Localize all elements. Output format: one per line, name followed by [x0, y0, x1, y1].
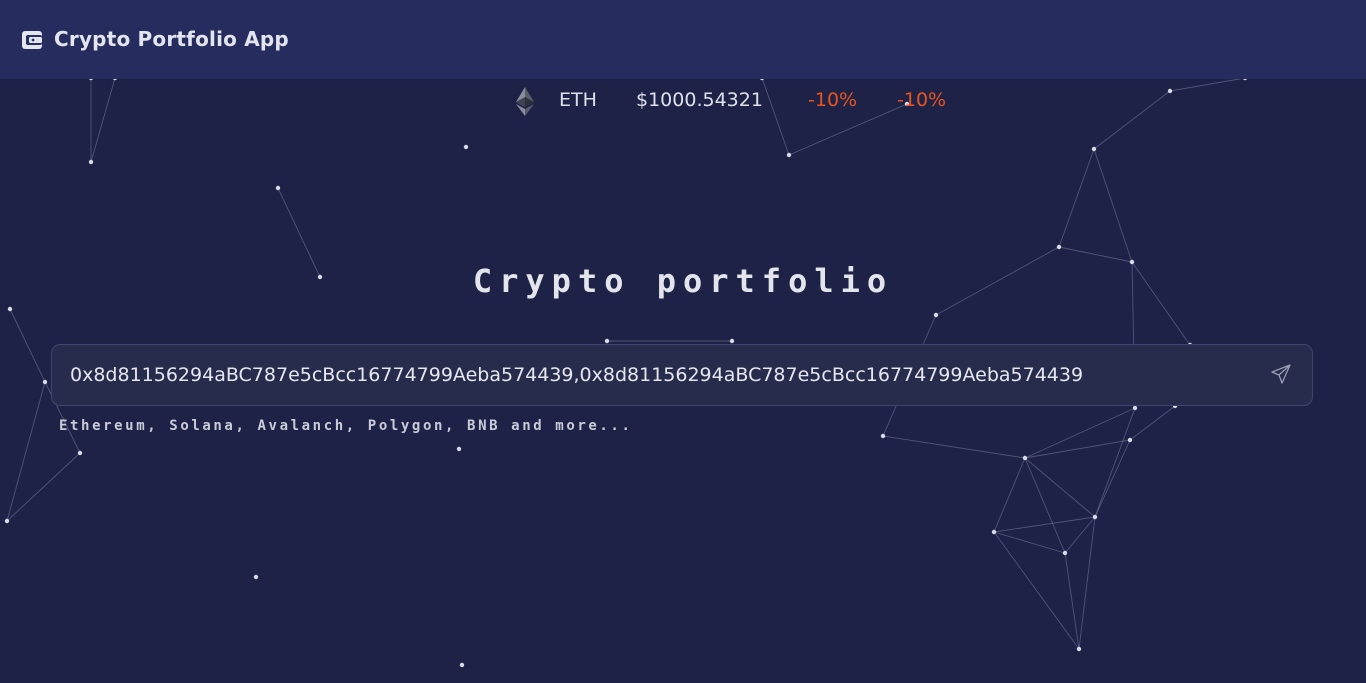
network-node	[786, 152, 792, 158]
network-node	[88, 159, 94, 165]
network-node	[253, 574, 259, 580]
network-link	[9, 308, 46, 383]
network-link	[1024, 439, 1131, 459]
address-input[interactable]	[70, 345, 1250, 405]
network-link	[1024, 457, 1096, 518]
network-node	[4, 518, 10, 524]
supported-chains-hint: Ethereum, Solana, Avalanch, Polygon, BNB…	[59, 418, 633, 434]
network-link	[1094, 439, 1131, 518]
network-link	[1093, 148, 1133, 263]
ticker-change-1: -10%	[808, 89, 858, 111]
network-link	[1093, 90, 1171, 150]
network-node	[729, 338, 735, 344]
network-link	[6, 452, 81, 522]
ethereum-icon	[516, 87, 534, 116]
network-node	[933, 312, 939, 318]
network-link	[1058, 148, 1095, 248]
network-link	[6, 381, 46, 522]
network-link	[90, 77, 116, 163]
network-node	[1056, 244, 1062, 250]
network-link	[882, 435, 1026, 459]
network-node	[1127, 437, 1133, 443]
network-link	[1129, 405, 1176, 441]
network-link	[1094, 407, 1136, 518]
network-link	[1024, 457, 1066, 554]
network-node	[7, 306, 13, 312]
ticker-price: $1000.54321	[636, 89, 763, 111]
network-node	[459, 662, 465, 668]
network-link	[1064, 516, 1096, 554]
network-node	[456, 446, 462, 452]
network-node	[604, 338, 610, 344]
network-node	[1167, 88, 1173, 94]
network-link	[1078, 516, 1096, 650]
network-link	[788, 103, 908, 156]
network-link	[761, 77, 790, 156]
network-node	[463, 144, 469, 150]
network-link	[1169, 77, 1246, 92]
network-node	[77, 450, 83, 456]
network-link	[1058, 246, 1133, 263]
app-header: Crypto Portfolio App	[0, 0, 1366, 79]
network-link	[1064, 552, 1080, 650]
network-node	[1062, 550, 1068, 556]
ticker-symbol: ETH	[559, 89, 597, 111]
network-node	[880, 433, 886, 439]
network-node	[1092, 514, 1098, 520]
address-search-box	[51, 344, 1313, 406]
network-node	[1076, 646, 1082, 652]
network-link	[993, 457, 1026, 533]
network-link	[993, 531, 1066, 554]
network-node	[1132, 405, 1138, 411]
page-title: Crypto portfolio	[472, 262, 894, 300]
wallet-icon	[22, 31, 42, 49]
network-node	[1091, 146, 1097, 152]
network-link	[993, 531, 1080, 650]
ticker-change-2: -10%	[897, 89, 947, 111]
app-title[interactable]: Crypto Portfolio App	[54, 27, 289, 51]
network-link	[993, 516, 1096, 533]
network-link	[1024, 407, 1136, 459]
network-node	[275, 185, 281, 191]
network-node	[1022, 455, 1028, 461]
network-node	[991, 529, 997, 535]
send-icon[interactable]	[1270, 363, 1292, 385]
network-node	[42, 379, 48, 385]
